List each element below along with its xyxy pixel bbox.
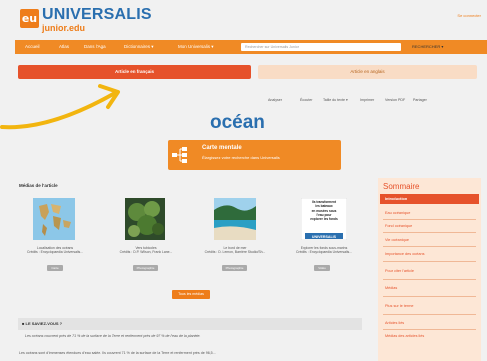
sommaire-divider	[383, 314, 476, 315]
mind-map-icon	[172, 147, 187, 163]
sommaire-title: Sommaire	[383, 182, 420, 191]
saviez-vous-text: Les océans couvrent près de 71 % de la s…	[25, 334, 201, 338]
media-caption-4: Explorer les fonds sous-marins Crédits :…	[296, 246, 352, 255]
media-thumb-vers-tubicoles[interactable]	[125, 198, 165, 240]
tool-taille-texte[interactable]: Taille du texte ▾	[323, 98, 348, 102]
media-caption-3: Le bord de mer Crédits : D. Lemon, Barri…	[204, 246, 266, 255]
sommaire-item-medias[interactable]: Médias	[385, 286, 397, 290]
tool-imprimer[interactable]: Imprimer	[360, 98, 374, 102]
media-thumb-map[interactable]	[33, 198, 75, 240]
media-section-label: Médias de l'article	[19, 183, 58, 188]
connect-link[interactable]: Se connecter	[457, 13, 481, 18]
tool-version-pdf[interactable]: Version PDF	[385, 98, 405, 102]
sommaire-item-eau-oceanique[interactable]: Eau océanique	[385, 211, 410, 215]
sommaire-divider	[383, 261, 476, 262]
sommaire-divider	[383, 219, 476, 220]
sommaire-item-importance[interactable]: Importance des océans	[385, 252, 424, 256]
yellow-arrow-annotation	[0, 84, 120, 130]
tool-partager[interactable]: Partager	[413, 98, 427, 102]
media-type-badge-carte[interactable]: Carte	[47, 265, 63, 271]
media-caption-2: Vers tubicoles Crédits : D.P. Wilson, Fr…	[119, 246, 173, 255]
carte-mentale-title: Carte mentale	[202, 145, 242, 151]
brand-subtitle: junior.edu	[42, 23, 86, 33]
search-input[interactable]: Rechercher sur Universalis Junior	[241, 43, 401, 51]
media-type-badge-photo[interactable]: Photographie	[133, 265, 158, 271]
sommaire-divider	[383, 329, 476, 330]
article-title: océan	[210, 112, 265, 133]
search-placeholder: Rechercher sur Universalis Junior	[245, 44, 299, 49]
nav-item-dictionnaires[interactable]: Dictionnaires ▾	[124, 44, 154, 50]
sommaire-item-articles-lies[interactable]: Articles liés	[385, 321, 404, 325]
sommaire-item-vie-oceanique[interactable]: Vie océanique	[385, 238, 409, 242]
article-intro-text: Les océans sont d'immenses étendues d'ea…	[19, 351, 216, 355]
sommaire-item-fond-oceanique[interactable]: Fond océanique	[385, 224, 412, 228]
video-brand-label: UNIVERSALIS	[311, 235, 337, 239]
media-caption-1: Localisation des océans Crédits : Encycl…	[27, 246, 83, 255]
media-type-badge-video[interactable]: Vidéo	[314, 265, 330, 271]
nav-item-dans-l-aga[interactable]: Dans l'Aga	[84, 44, 106, 49]
sommaire-item-medias-lies[interactable]: Médias des articles liés	[385, 334, 424, 338]
tool-analyser[interactable]: Analyser	[268, 98, 282, 102]
nav-item-accueil[interactable]: Accueil	[25, 44, 40, 49]
sommaire-divider	[383, 246, 476, 247]
nav-item-mon-universalis[interactable]: Mon Universalis ▾	[178, 44, 214, 50]
video-overlay-text: Ils transforment les bateaux en musées s…	[310, 200, 338, 222]
sommaire-item-citer[interactable]: Pour citer l'article	[385, 269, 414, 273]
sommaire-item-plus-terme[interactable]: Plus sur le terme	[385, 304, 414, 308]
media-thumb-bord-de-mer[interactable]	[214, 198, 256, 240]
tool-ecouter[interactable]: Écouter	[300, 98, 312, 102]
sommaire-divider	[383, 296, 476, 297]
sommaire-divider	[383, 232, 476, 233]
search-button[interactable]: RECHERCHER ▾	[412, 44, 443, 49]
sommaire-item-introduction[interactable]: Introduction	[385, 197, 407, 201]
saviez-vous-title: ■ LE SAVIEZ-VOUS ?	[22, 321, 63, 326]
media-type-badge-photo[interactable]: Photographie	[222, 265, 247, 271]
brand-title[interactable]: UNIVERSALIS	[42, 6, 152, 24]
saviez-vous-bar	[18, 318, 362, 330]
all-media-button[interactable]: Tous les médias	[172, 290, 210, 299]
universalis-logo-icon[interactable]: eu	[20, 9, 39, 28]
sommaire-divider	[383, 279, 476, 280]
carte-mentale-subtitle: Élargissez votre recherche dans Universa…	[202, 155, 280, 160]
nav-item-atlas[interactable]: Atlas	[59, 44, 69, 49]
tab-article-anglais[interactable]: Article en anglais	[258, 65, 477, 79]
